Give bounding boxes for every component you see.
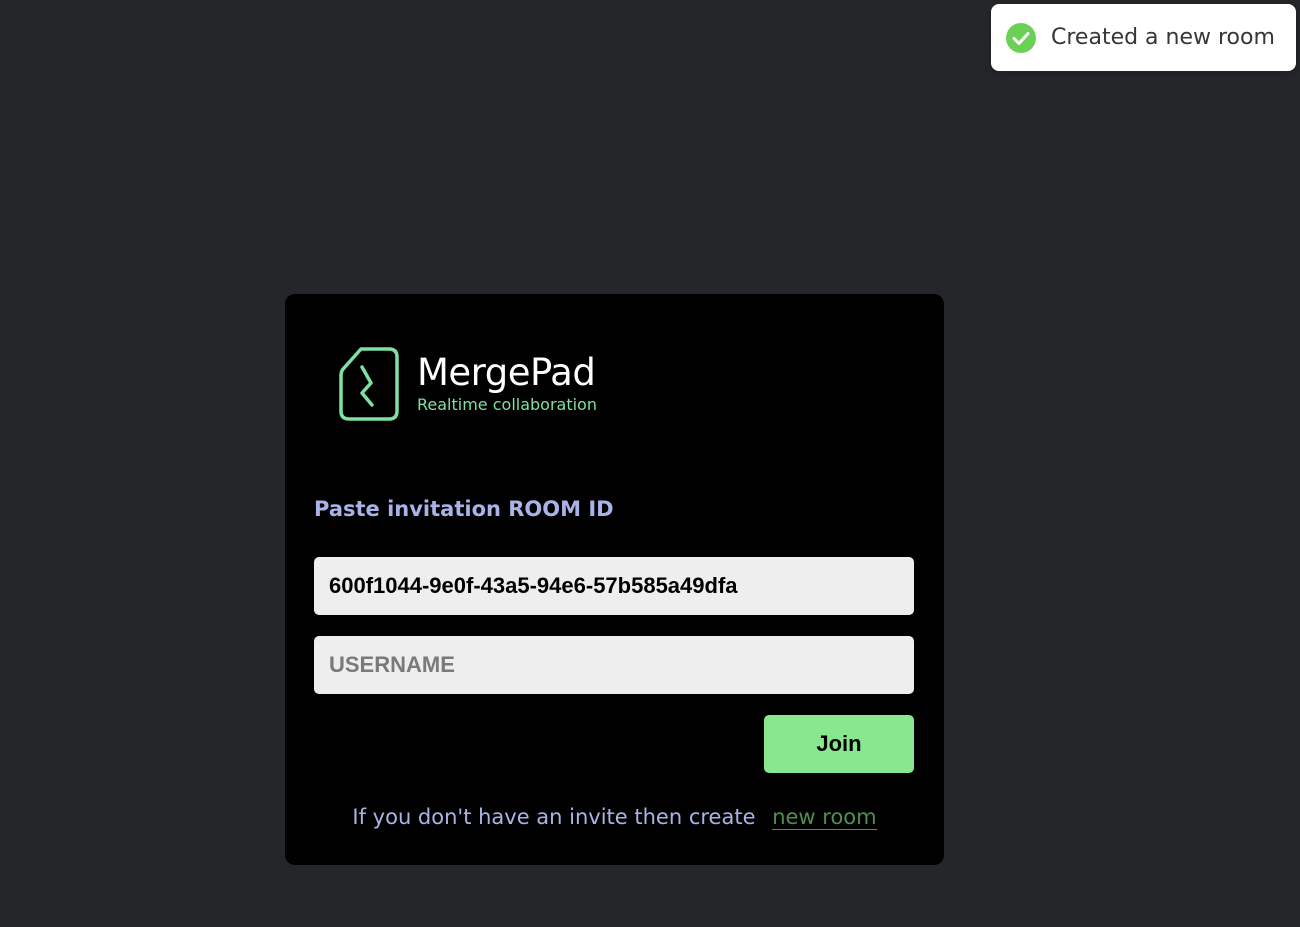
room-id-input[interactable] — [314, 557, 914, 615]
logo: MergePad Realtime collaboration — [337, 346, 597, 422]
app-name: MergePad — [417, 351, 596, 394]
create-room-prompt: If you don't have an invite then create … — [285, 805, 944, 830]
new-room-link[interactable]: new room — [772, 805, 877, 830]
mergepad-logo-icon — [337, 346, 401, 422]
room-id-label: Paste invitation ROOM ID — [314, 497, 614, 521]
join-room-card: MergePad Realtime collaboration Paste in… — [285, 294, 944, 865]
app-tagline: Realtime collaboration — [417, 395, 597, 414]
toast-message: Created a new room — [1051, 25, 1275, 50]
create-room-prompt-text: If you don't have an invite then create — [352, 805, 756, 829]
username-input[interactable] — [314, 636, 914, 694]
join-button[interactable]: Join — [764, 715, 914, 773]
check-circle-icon — [1006, 22, 1036, 53]
toast-notification: Created a new room — [991, 4, 1296, 71]
logo-text: MergePad Realtime collaboration — [417, 353, 597, 415]
